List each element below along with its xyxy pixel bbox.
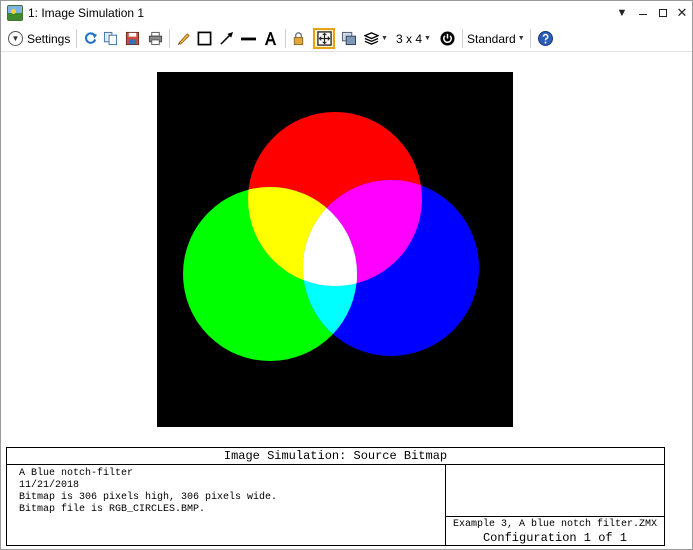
chevron-down-icon: ▼ xyxy=(381,35,388,42)
refresh-button[interactable] xyxy=(81,28,99,49)
layers-dropdown[interactable]: ▼ xyxy=(362,28,390,49)
info-line: Bitmap is 306 pixels high, 306 pixels wi… xyxy=(19,492,278,503)
maximize-button[interactable] xyxy=(653,4,673,22)
info-line: Bitmap file is RGB_CIRCLES.BMP. xyxy=(19,504,206,515)
print-button[interactable] xyxy=(146,28,164,49)
pencil-tool-button[interactable] xyxy=(174,28,192,49)
rectangle-tool-button[interactable] xyxy=(195,28,213,49)
fit-to-window-button[interactable] xyxy=(313,28,335,49)
toolbar-separator xyxy=(530,29,531,48)
settings-button[interactable]: ▼ Settings xyxy=(8,28,70,49)
text-icon xyxy=(264,31,276,46)
line-icon xyxy=(240,37,256,41)
chevron-down-circle-icon: ▼ xyxy=(8,31,23,46)
save-icon xyxy=(125,31,139,46)
info-file-name: Example 3, A blue notch filter.ZMX xyxy=(452,519,658,530)
chevron-down-icon: ▼ xyxy=(517,35,525,42)
lock-button[interactable] xyxy=(289,28,307,49)
copy-button[interactable] xyxy=(101,28,119,49)
arrow-tool-button[interactable] xyxy=(216,28,236,49)
layout-dropdown-label: 3 x 4 xyxy=(396,31,423,46)
toolbar-separator xyxy=(169,29,170,48)
window-menu-chevron-icon[interactable]: ▼ xyxy=(612,4,632,22)
pencil-icon xyxy=(177,33,190,46)
arrow-icon xyxy=(219,31,233,45)
info-title: Image Simulation: Source Bitmap xyxy=(7,448,664,465)
refresh-icon xyxy=(84,32,97,44)
close-button[interactable]: ✕ xyxy=(672,4,692,22)
layout-dropdown[interactable]: 3 x 4 ▼ xyxy=(396,28,431,49)
title-bar: 1: Image Simulation 1 ▼ ✕ xyxy=(1,1,692,25)
toolbar-separator xyxy=(462,29,463,48)
toolbar: ▼ Settings ▼ 3 x 4 ▼ Standard ▼ xyxy=(1,25,692,52)
new-window-button[interactable] xyxy=(339,28,357,49)
fit-to-window-icon xyxy=(316,31,332,46)
info-line: A Blue notch-filter xyxy=(19,468,134,479)
save-button[interactable] xyxy=(123,28,141,49)
table-divider xyxy=(445,516,664,517)
window-title: 1: Image Simulation 1 xyxy=(28,6,145,20)
minimize-button[interactable] xyxy=(633,4,653,22)
text-tool-button[interactable] xyxy=(260,28,280,49)
power-button[interactable] xyxy=(437,28,457,49)
toolbar-separator xyxy=(285,29,286,48)
chevron-down-icon: ▼ xyxy=(424,35,431,42)
print-icon xyxy=(148,31,162,46)
power-icon xyxy=(439,31,455,46)
lock-icon xyxy=(293,32,303,46)
info-configuration: Configuration 1 of 1 xyxy=(482,531,628,545)
info-table: Image Simulation: Source Bitmap A Blue n… xyxy=(6,447,665,546)
style-dropdown[interactable]: Standard ▼ xyxy=(467,28,525,49)
line-tool-button[interactable] xyxy=(238,28,258,49)
copy-icon xyxy=(103,31,117,46)
image-simulation-icon xyxy=(7,5,23,21)
rgb-circles-image xyxy=(183,112,479,361)
toolbar-separator xyxy=(76,29,77,48)
image-simulation-window: 1: Image Simulation 1 ▼ ✕ ▼ Settings ▼ 3… xyxy=(0,0,693,550)
new-window-icon xyxy=(341,31,356,46)
style-dropdown-label: Standard xyxy=(467,31,516,46)
layers-icon xyxy=(364,32,380,45)
help-button[interactable] xyxy=(535,28,555,49)
info-line: 11/21/2018 xyxy=(19,480,80,491)
simulation-image xyxy=(157,72,513,427)
settings-label: Settings xyxy=(27,31,71,46)
info-description: A Blue notch-filter 11/21/2018 Bitmap is… xyxy=(19,468,277,516)
rectangle-icon xyxy=(197,31,211,46)
help-icon xyxy=(537,31,553,46)
